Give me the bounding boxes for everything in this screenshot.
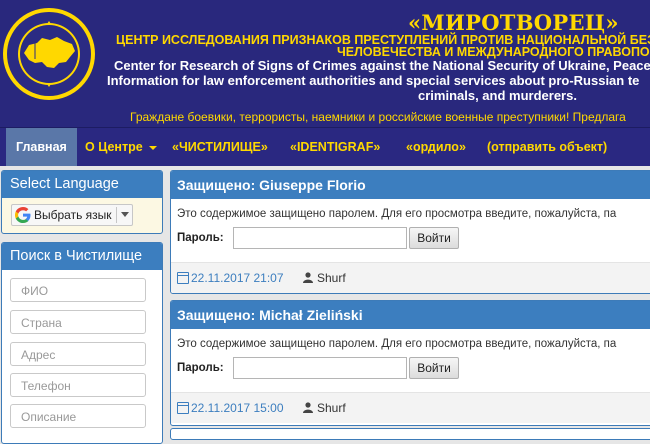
post-card: Защищено: Michał Zieliński Это содержимо…	[170, 300, 650, 426]
password-input[interactable]	[233, 357, 407, 379]
language-panel-title: Select Language	[2, 171, 162, 198]
search-panel-title: Поиск в Чистилище	[2, 243, 162, 270]
search-panel: Поиск в Чистилище ФИО Страна Адрес Телеф…	[1, 242, 163, 444]
enter-button[interactable]: Войти	[409, 227, 459, 249]
translate-select[interactable]: Выбрать язык	[11, 204, 133, 226]
user-icon	[303, 402, 313, 413]
main-nav: Главная О Центре «ЧИСТИЛИЩЕ» «IDENTIGRAF…	[0, 127, 650, 166]
post-title[interactable]: Защищено: Giuseppe Florio	[171, 171, 650, 199]
post-date[interactable]: 22.11.2017 21:07	[191, 271, 284, 285]
post-card: Защищено: Giuseppe Florio Это содержимое…	[170, 170, 650, 294]
password-input[interactable]	[233, 227, 407, 249]
dropdown-arrow-icon	[121, 212, 129, 217]
search-name-input[interactable]: ФИО	[10, 278, 146, 302]
nav-item-submit-object[interactable]: (отправить объект)	[487, 128, 607, 166]
language-panel: Select Language Выбрать язык	[1, 170, 163, 234]
post-meta: 22.11.2017 21:07 Shurf	[171, 262, 650, 293]
search-country-input[interactable]: Страна	[10, 310, 146, 334]
header-en-line-3: criminals, and murderers.	[418, 88, 577, 103]
post-author[interactable]: Shurf	[317, 401, 346, 415]
post-card-next	[170, 428, 650, 440]
post-date[interactable]: 22.11.2017 15:00	[191, 401, 284, 415]
post-author[interactable]: Shurf	[317, 271, 346, 285]
post-meta: 22.11.2017 15:00 Shurf	[171, 392, 650, 423]
nav-item-about-label: О Центре	[85, 140, 143, 154]
google-icon	[15, 207, 31, 223]
nav-item-about[interactable]: О Центре	[85, 128, 157, 166]
site-title[interactable]: «МИРОТВОРЕЦ»	[408, 10, 619, 35]
chevron-down-icon	[148, 145, 157, 150]
calendar-icon	[177, 272, 189, 284]
user-icon	[303, 272, 313, 283]
nav-item-home[interactable]: Главная	[6, 128, 77, 166]
search-address-input[interactable]: Адрес	[10, 342, 146, 366]
header-en-line-2: Information for law enforcement authorit…	[107, 73, 640, 88]
header-ru-line-2: ЧЕЛОВЕЧЕСТВА И МЕЖДУНАРОДНОГО ПРАВОПОРЯД	[337, 45, 650, 59]
enter-button[interactable]: Войти	[409, 357, 459, 379]
logo-emblem-icon[interactable]	[2, 7, 96, 101]
translate-separator	[116, 207, 117, 223]
nav-item-identigraf[interactable]: «IDENTIGRAF»	[290, 128, 380, 166]
post-protected-text: Это содержимое защищено паролем. Для его…	[177, 338, 617, 350]
translate-select-label: Выбрать язык	[34, 208, 112, 222]
header-ticker[interactable]: Граждане боевики, террористы, наемники и…	[130, 110, 626, 124]
search-description-input[interactable]: Описание	[10, 404, 146, 428]
password-label: Пароль:	[177, 362, 224, 374]
password-label: Пароль:	[177, 232, 224, 244]
header-en-line-1: Center for Research of Signs of Crimes a…	[114, 58, 650, 73]
nav-item-ordilo[interactable]: «ордило»	[406, 128, 466, 166]
calendar-icon	[177, 402, 189, 414]
nav-item-purgatory[interactable]: «ЧИСТИЛИЩЕ»	[172, 128, 268, 166]
search-phone-input[interactable]: Телефон	[10, 373, 146, 397]
post-title[interactable]: Защищено: Michał Zieliński	[171, 301, 650, 329]
site-header: «МИРОТВОРЕЦ» ЦЕНТР ИССЛЕДОВАНИЯ ПРИЗНАКО…	[0, 0, 650, 127]
post-protected-text: Это содержимое защищено паролем. Для его…	[177, 208, 617, 220]
